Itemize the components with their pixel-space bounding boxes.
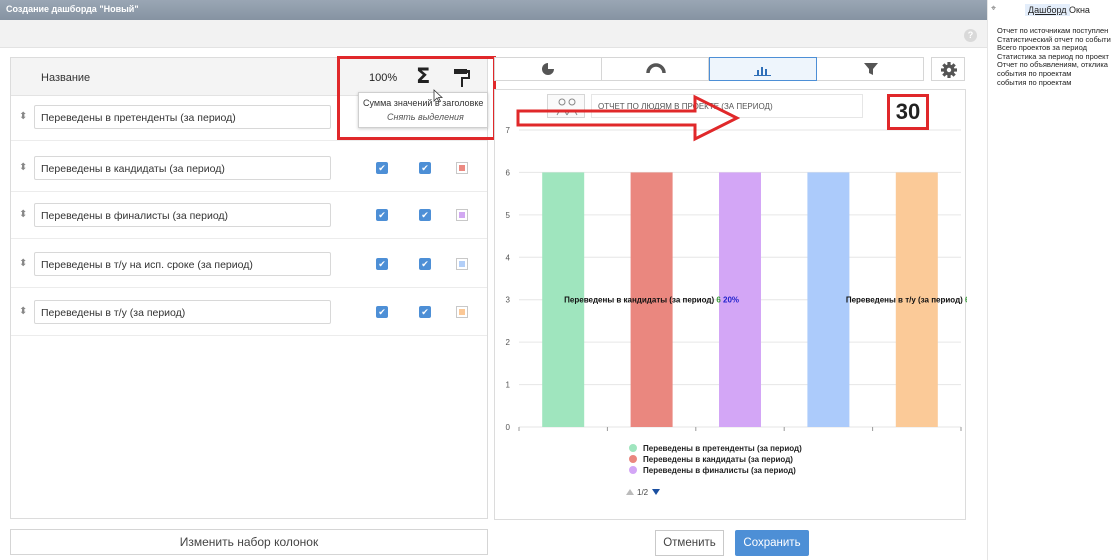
column-name-field[interactable]: Переведены в кандидаты (за период) — [34, 156, 331, 180]
legend-label: Переведены в кандидаты (за период) — [643, 455, 793, 464]
chart-type-tabs — [494, 57, 924, 81]
drag-handle-icon[interactable]: ⬍ — [19, 111, 27, 122]
right-sidebar: ⌖ Дашборд Окна Отчет по источникам посту… — [987, 0, 1120, 560]
save-button[interactable]: Сохранить — [735, 530, 809, 556]
legend-marker — [629, 466, 637, 474]
window-title: Создание дашборда "Новый" — [6, 4, 139, 14]
column-row: ⬍ Переведены в финалисты (за период) ✔ ✔ — [11, 195, 487, 239]
y-tick-label: 7 — [506, 126, 511, 135]
legend-label: Переведены в финалисты (за период) — [643, 466, 796, 475]
chart-area: ОТЧЕТ ПО ЛЮДЯМ В ПРОЕКТЕ (ЗА ПЕРИОД) 012… — [494, 89, 967, 520]
help-icon[interactable]: ? — [964, 29, 977, 42]
tab-funnel[interactable] — [817, 58, 924, 80]
tab-bar[interactable] — [709, 57, 817, 81]
funnel-icon — [864, 63, 878, 75]
color-picker[interactable] — [456, 306, 468, 318]
tab-windows[interactable]: Окна — [1069, 5, 1090, 15]
color-swatch — [459, 212, 465, 218]
drag-handle-icon[interactable]: ⬍ — [19, 258, 27, 269]
show-checkbox[interactable]: ✔ — [376, 258, 388, 270]
dashboard-dialog: Создание дашборда "Новый" ? Название 1 00… — [0, 0, 987, 560]
y-tick-label: 3 — [506, 296, 511, 305]
legend-marker — [629, 444, 637, 452]
sum-checkbox[interactable]: ✔ — [419, 162, 431, 174]
drag-handle-icon[interactable]: ⬍ — [19, 162, 27, 173]
drag-handle-icon[interactable]: ⬍ — [19, 306, 27, 317]
column-name-header: Название — [41, 72, 91, 84]
color-picker[interactable] — [456, 209, 468, 221]
color-swatch — [459, 261, 465, 267]
data-label: Переведены в т/у (за период) 6 20% — [846, 296, 967, 305]
show-checkbox[interactable]: ✔ — [376, 209, 388, 221]
mouse-cursor-icon — [433, 89, 443, 103]
show-checkbox[interactable]: ✔ — [376, 306, 388, 318]
list-item[interactable]: Статистический отчет по событи — [988, 36, 1120, 45]
list-item[interactable]: события по проектам — [988, 79, 1120, 88]
pin-icon[interactable]: ⌖ — [991, 3, 996, 14]
bar — [807, 172, 850, 427]
color-picker[interactable] — [456, 162, 468, 174]
pager-label: 1/2 — [637, 488, 649, 497]
list-item[interactable]: Статистика за период по проект — [988, 53, 1120, 62]
y-tick-label: 0 — [506, 423, 511, 432]
highlight-frame — [337, 56, 496, 140]
y-tick-label: 1 — [506, 381, 511, 390]
list-item[interactable]: Всего проектов за период — [988, 44, 1120, 53]
tab-dashboard[interactable]: Дашборд — [1025, 4, 1070, 16]
drag-handle-icon[interactable]: ⬍ — [19, 209, 27, 220]
column-row: ⬍ Переведены в т/у (за период) ✔ ✔ — [11, 292, 487, 336]
y-tick-label: 2 — [506, 338, 511, 347]
sidebar-tabs: ⌖ Дашборд Окна — [988, 0, 1120, 20]
report-list: Отчет по источникам поступлен Статистиче… — [988, 27, 1120, 87]
column-name-field[interactable]: Переведены в т/у на исп. сроке (за перио… — [34, 252, 331, 276]
list-item[interactable]: события по проектам — [988, 70, 1120, 79]
legend-label: Переведены в претенденты (за период) — [643, 444, 802, 453]
gear-icon — [941, 62, 957, 78]
column-name-field[interactable]: Переведены в т/у (за период) — [34, 300, 331, 324]
tab-gauge[interactable] — [602, 58, 709, 80]
legend-marker — [629, 455, 637, 463]
gauge-icon — [646, 63, 666, 74]
bar-chart-icon — [754, 67, 771, 76]
show-checkbox[interactable]: ✔ — [376, 162, 388, 174]
pager-down-icon — [652, 489, 660, 495]
color-swatch — [459, 309, 465, 315]
column-name-field[interactable]: Переведены в претенденты (за период) — [34, 105, 331, 129]
settings-button[interactable] — [931, 57, 965, 81]
cancel-button[interactable]: Отменить — [655, 530, 724, 556]
color-swatch — [459, 165, 465, 171]
list-item[interactable]: Отчет по источникам поступлен — [988, 27, 1120, 36]
column-row: ⬍ Переведены в т/у на исп. сроке (за пер… — [11, 244, 487, 288]
y-tick-label: 4 — [506, 253, 511, 262]
data-label: Переведены в кандидаты (за период) 6 20% — [564, 296, 739, 305]
bar-chart: 0 1 2 3 4 5 6 7 Переведены в кандидаты (за перио… — [506, 126, 967, 497]
sum-checkbox[interactable]: ✔ — [419, 258, 431, 270]
column-name-field[interactable]: Переведены в финалисты (за период) — [34, 203, 331, 227]
tab-pie[interactable] — [495, 58, 602, 80]
color-picker[interactable] — [456, 258, 468, 270]
y-tick-label: 6 — [506, 168, 511, 177]
toolbar-strip: ? — [0, 20, 987, 48]
sum-checkbox[interactable]: ✔ — [419, 306, 431, 318]
total-sum-value: 30 — [887, 94, 929, 130]
sum-checkbox[interactable]: ✔ — [419, 209, 431, 221]
change-columns-button[interactable]: Изменить набор колонок — [10, 529, 488, 555]
y-tick-label: 5 — [506, 211, 511, 220]
pager-up-icon — [626, 489, 634, 495]
pie-chart-icon — [542, 62, 555, 75]
annotation-arrow — [516, 94, 740, 142]
column-row: ⬍ Переведены в кандидаты (за период) ✔ ✔ — [11, 148, 487, 192]
list-item[interactable]: Отчет по объявлениям, отклика — [988, 61, 1120, 70]
title-bar: Создание дашборда "Новый" — [0, 0, 987, 20]
